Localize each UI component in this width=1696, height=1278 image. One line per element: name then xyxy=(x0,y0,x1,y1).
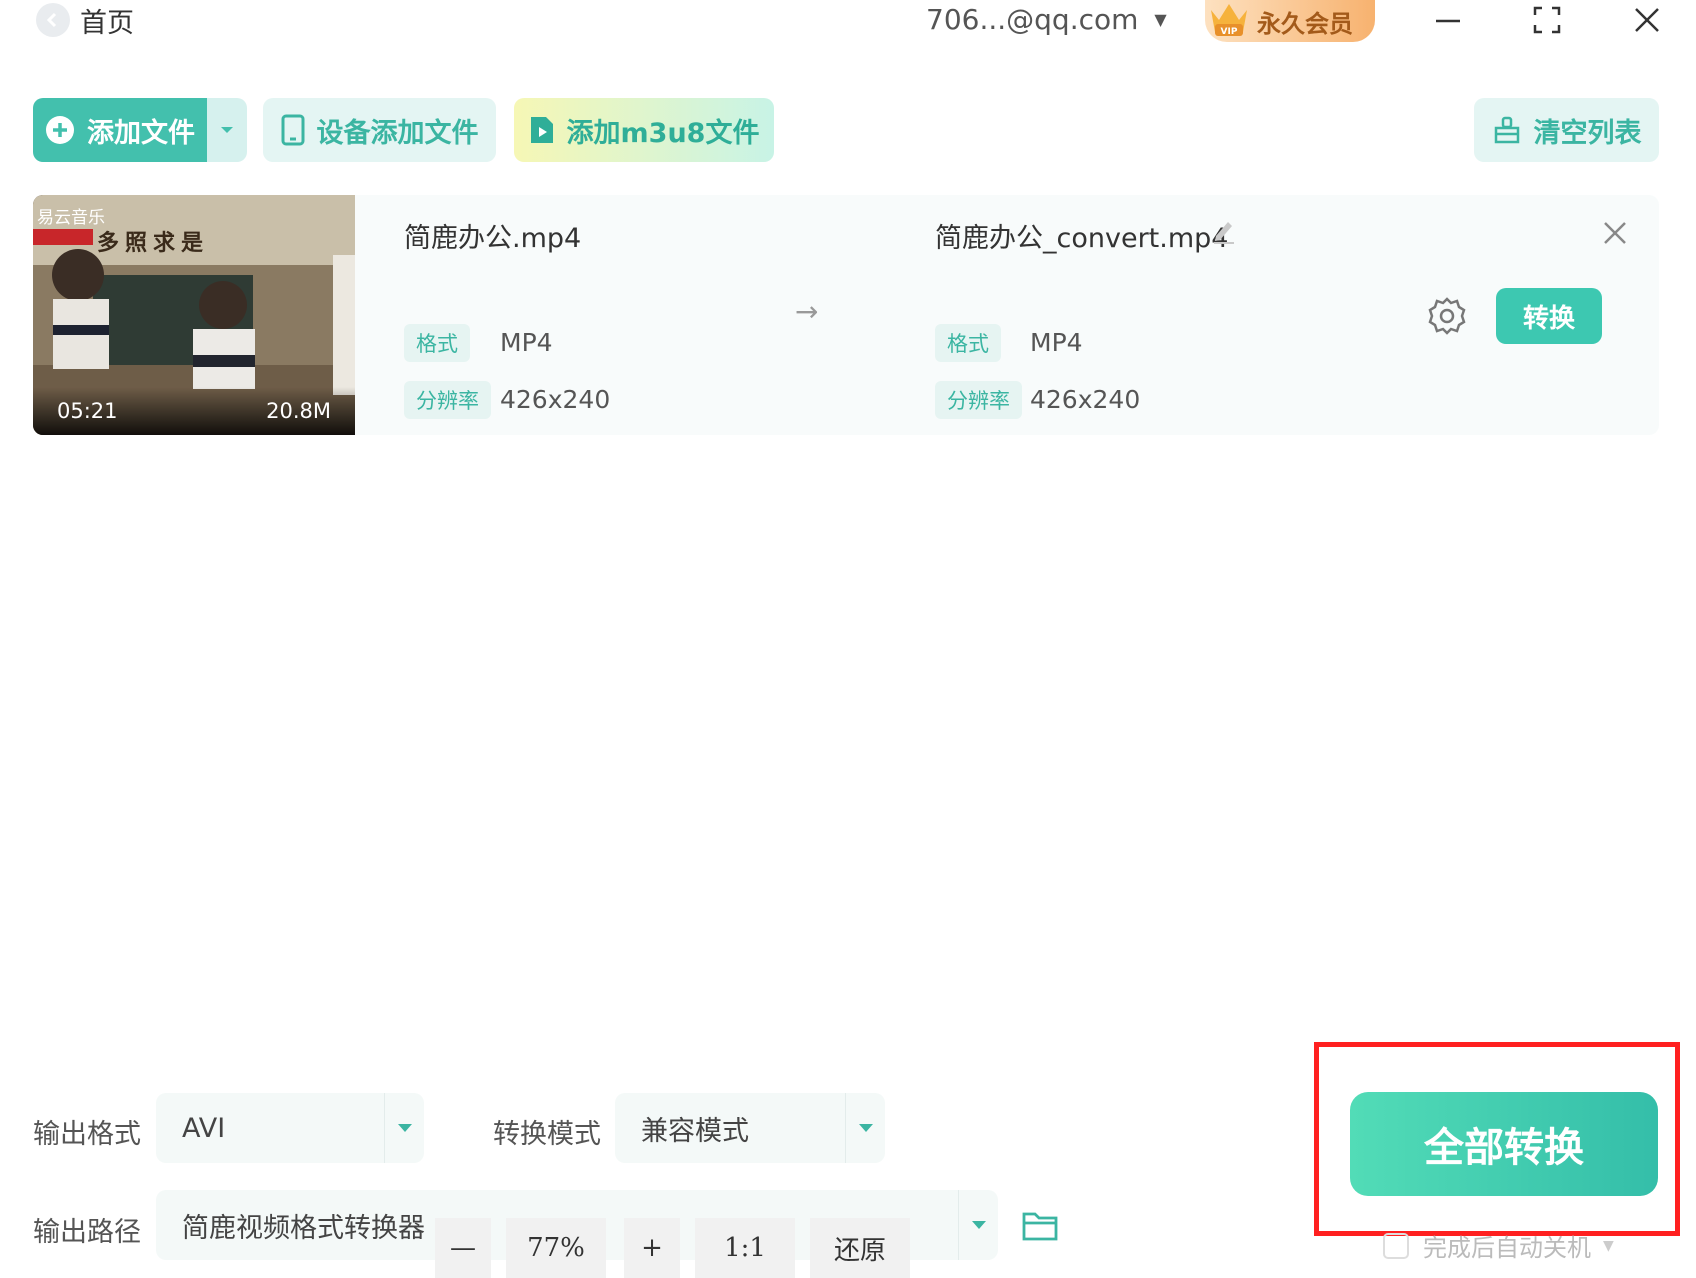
fullscreen-icon xyxy=(1533,6,1561,34)
add-file-button[interactable]: 添加文件 xyxy=(33,98,207,162)
zoom-out-button[interactable]: — xyxy=(435,1218,491,1278)
chevron-down-icon xyxy=(384,1093,424,1163)
chevron-down-icon: ▼ xyxy=(1154,9,1167,29)
output-path-label: 输出路径 xyxy=(33,1217,141,1248)
close-icon xyxy=(1635,8,1659,32)
phone-icon xyxy=(281,114,304,146)
clear-list-label: 清空列表 xyxy=(1533,117,1642,149)
plus-circle-icon xyxy=(46,116,74,144)
minimize-button[interactable] xyxy=(1426,0,1470,40)
video-duration: 05:21 xyxy=(57,399,118,423)
arrow-right-icon: → xyxy=(795,295,819,328)
target-format-value: MP4 xyxy=(1030,328,1083,357)
target-format-tag: 格式 xyxy=(935,324,1001,362)
source-file-name: 简鹿办公.mp4 xyxy=(404,223,582,254)
video-thumbnail[interactable]: 易云音乐 多照求是 05:21 20.8M xyxy=(33,195,355,435)
source-resolution-tag: 分辨率 xyxy=(404,381,491,419)
thumbnail-watermark: 易云音乐 xyxy=(37,208,105,228)
target-resolution-value: 426x240 xyxy=(1030,385,1141,414)
convert-button[interactable]: 转换 xyxy=(1496,288,1602,344)
back-arrow-icon xyxy=(36,3,70,37)
remove-file-icon[interactable] xyxy=(1602,220,1628,246)
zoom-in-button[interactable]: + xyxy=(624,1218,680,1278)
convert-mode-select[interactable]: 兼容模式 xyxy=(615,1093,885,1163)
close-window-button[interactable] xyxy=(1625,0,1669,40)
broom-icon xyxy=(1494,116,1519,144)
source-resolution-value: 426x240 xyxy=(500,385,611,414)
auto-shutdown-checkbox[interactable] xyxy=(1383,1232,1409,1259)
convert-mode-value: 兼容模式 xyxy=(641,1115,749,1147)
zoom-actual-size-button[interactable]: 1:1 xyxy=(695,1218,795,1278)
device-add-file-button[interactable]: 设备添加文件 xyxy=(263,98,496,162)
add-m3u8-label: 添加m3u8文件 xyxy=(566,117,760,149)
folder-icon[interactable] xyxy=(1021,1208,1059,1242)
output-format-value: AVI xyxy=(182,1112,226,1144)
auto-shutdown-option[interactable]: 完成后自动关机 ▼ xyxy=(1383,1228,1614,1263)
vip-label: 永久会员 xyxy=(1257,9,1353,38)
video-file-icon xyxy=(530,117,553,143)
source-format-value: MP4 xyxy=(500,328,553,357)
video-size: 20.8M xyxy=(266,399,331,423)
add-m3u8-button[interactable]: 添加m3u8文件 xyxy=(514,98,774,162)
target-resolution-tag: 分辨率 xyxy=(935,381,1022,419)
back-label: 首页 xyxy=(80,7,134,39)
output-path-value: 简鹿视频格式转换器 xyxy=(182,1212,425,1244)
target-file-name: 简鹿办公_convert.mp4 xyxy=(935,223,1229,254)
file-list-item: 易云音乐 多照求是 05:21 20.8M xyxy=(33,195,1659,435)
vip-icon-text: VIP xyxy=(1221,27,1238,37)
auto-shutdown-label: 完成后自动关机 xyxy=(1423,1234,1591,1262)
title-bar: 首页 706...@qq.com ▼ VIP 永久会员 xyxy=(0,0,1696,60)
gear-icon[interactable] xyxy=(1427,296,1467,336)
clear-list-button[interactable]: 清空列表 xyxy=(1474,98,1659,162)
source-format-tag: 格式 xyxy=(404,324,470,362)
pencil-icon[interactable] xyxy=(1212,218,1236,244)
chevron-down-icon: ▼ xyxy=(1603,1237,1614,1254)
account-email: 706...@qq.com xyxy=(926,2,1139,36)
minimize-icon xyxy=(1436,19,1460,23)
thumbnail-banner-text: 多照求是 xyxy=(97,231,210,256)
crown-icon: VIP xyxy=(1211,4,1247,37)
maximize-button[interactable] xyxy=(1525,0,1569,40)
zoom-reset-button[interactable]: 还原 xyxy=(810,1218,910,1278)
chevron-down-icon xyxy=(221,127,233,133)
chevron-down-icon xyxy=(958,1190,998,1260)
output-format-label: 输出格式 xyxy=(33,1119,141,1150)
convert-all-button[interactable]: 全部转换 xyxy=(1350,1092,1658,1196)
add-file-label: 添加文件 xyxy=(87,117,195,149)
convert-mode-label: 转换模式 xyxy=(493,1119,601,1150)
zoom-level: 77% xyxy=(506,1218,606,1278)
chevron-down-icon xyxy=(845,1093,885,1163)
output-format-select[interactable]: AVI xyxy=(156,1093,424,1163)
add-file-dropdown[interactable] xyxy=(207,98,247,162)
device-add-file-label: 设备添加文件 xyxy=(316,117,479,149)
back-button[interactable]: 首页 xyxy=(36,2,134,39)
account-dropdown[interactable]: 706...@qq.com ▼ xyxy=(926,0,1167,38)
vip-badge[interactable]: VIP 永久会员 xyxy=(1205,0,1375,42)
